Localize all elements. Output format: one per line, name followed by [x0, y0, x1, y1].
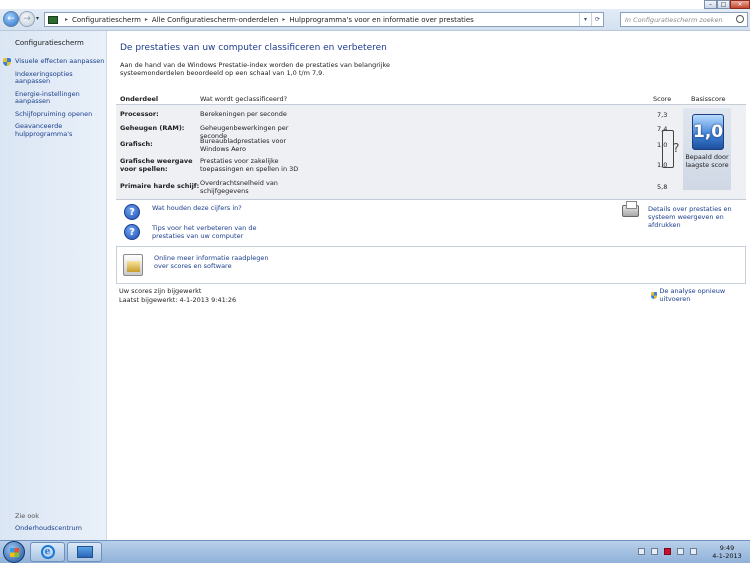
rerun-analysis-link[interactable]: De analyse opnieuw uitvoeren — [651, 287, 750, 303]
bracket-mark: ? — [673, 141, 680, 155]
forward-button[interactable]: → — [19, 11, 35, 27]
page-title: De prestaties van uw computer classifice… — [120, 43, 387, 53]
base-score-label: Bepaald door laagste score — [685, 153, 729, 169]
search-placeholder: In Configuratiescherm zoeken — [625, 16, 723, 24]
sidebar: Configuratiescherm Visuele effecten aanp… — [0, 31, 107, 540]
score-table: Onderdeel Wat wordt geclassificeerd? Sco… — [116, 91, 746, 200]
column-header-component: Onderdeel — [120, 95, 159, 103]
search-icon[interactable] — [736, 15, 744, 23]
row-what: Prestaties voor zakelijke toepassingen e… — [200, 157, 299, 173]
column-header-what: Wat wordt geclassificeerd? — [200, 95, 288, 103]
row-what: Overdrachtsnelheid van schijfgegevens — [200, 179, 278, 195]
minimize-button[interactable]: – — [704, 0, 717, 9]
uac-shield-icon — [651, 291, 658, 299]
table-body: Processor: Berekeningen per seconde 7,3 … — [116, 105, 746, 200]
internet-explorer-icon: e — [40, 545, 55, 559]
base-score-panel: 1,0 Bepaald door laagste score — [683, 108, 731, 190]
tray-arrow-icon[interactable] — [651, 548, 658, 555]
sidebar-item-advanced-tools[interactable]: Geavanceerde hulpprogramma's — [15, 122, 106, 138]
network-icon[interactable] — [677, 548, 684, 555]
row-component: Geheugen (RAM): — [120, 124, 185, 132]
clock[interactable]: 9:49 4-1-2013 — [710, 544, 744, 560]
row-component: Processor: — [120, 110, 159, 118]
see-also-heading: Zie ook — [15, 512, 40, 520]
navigation-bar: ← → ▾ ▸ Configuratiescherm ▸ Alle Config… — [0, 9, 750, 31]
question-icon: ? — [124, 204, 140, 220]
sidebar-home-link[interactable]: Configuratiescherm — [15, 39, 84, 47]
row-component: Primaire harde schijf: — [120, 182, 200, 190]
back-arrow-icon: ← — [7, 14, 15, 24]
maximize-button[interactable]: □ — [717, 0, 730, 9]
breadcrumb-control-panel[interactable]: Configuratiescherm — [72, 16, 141, 24]
sidebar-item-power[interactable]: Energie-instellingen aanpassen — [15, 90, 106, 106]
rerun-analysis-label[interactable]: De analyse opnieuw uitvoeren — [659, 287, 750, 303]
address-dropdown-icon[interactable]: ▾ — [579, 13, 591, 26]
back-button[interactable]: ← — [3, 11, 19, 27]
clock-date: 4-1-2013 — [712, 552, 742, 560]
start-button[interactable] — [3, 541, 25, 563]
address-bar[interactable]: ▸ Configuratiescherm ▸ Alle Configuratie… — [44, 12, 604, 27]
breadcrumb-separator[interactable]: ▸ — [145, 16, 148, 23]
clock-time: 9:49 — [719, 544, 735, 552]
forward-arrow-icon: → — [23, 14, 31, 24]
control-panel-icon — [76, 546, 93, 558]
help-link-row: ? Tips voor het verbeteren van de presta… — [124, 224, 277, 240]
online-info-link[interactable]: Online meer informatie raadplegen over s… — [154, 254, 274, 270]
control-panel-icon — [48, 15, 58, 24]
sidebar-item-disk-cleanup[interactable]: Schijfopruiming openen — [15, 110, 106, 119]
row-what: Berekeningen per seconde — [200, 110, 287, 118]
column-header-score: Score — [653, 95, 672, 103]
sidebar-links: Visuele effecten aanpassen Indexeringsop… — [15, 57, 106, 143]
system-tray — [638, 548, 697, 555]
row-score: 7,3 — [657, 111, 668, 119]
keyboard-icon[interactable] — [638, 548, 645, 555]
breadcrumb-separator[interactable]: ▸ — [282, 16, 285, 23]
intro-text: Aan de hand van de Windows Prestatie-ind… — [120, 61, 391, 77]
breadcrumb-all-items[interactable]: Alle Configuratiescherm-onderdelen — [152, 16, 278, 24]
row-what: Bureaubladprestaties voor Windows Aero — [200, 137, 287, 153]
refresh-icon[interactable]: ⟳ — [591, 13, 603, 26]
printer-icon — [622, 201, 639, 217]
row-component: Grafische weergave voor spellen: — [120, 157, 193, 173]
status-text: Uw scores zijn bijgewerkt — [119, 287, 202, 295]
taskbar-control-panel[interactable] — [67, 542, 102, 562]
base-score-badge: 1,0 — [692, 114, 724, 150]
what-do-scores-mean-link[interactable]: Wat houden deze cijfers in? — [152, 204, 277, 212]
software-box-icon — [123, 254, 143, 276]
last-updated-text: Laatst bijgewerkt: 4-1-2013 9:41:26 — [119, 296, 237, 304]
breadcrumb-performance[interactable]: Hulpprogramma's voor en informatie over … — [289, 16, 474, 24]
action-center-link[interactable]: Onderhoudscentrum — [15, 524, 82, 532]
volume-icon[interactable] — [690, 548, 697, 555]
row-component: Grafisch: — [120, 140, 153, 148]
recent-pages-dropdown[interactable]: ▾ — [36, 15, 39, 22]
breadcrumb-separator[interactable]: ▸ — [65, 16, 68, 23]
row-score: 5,8 — [657, 183, 668, 191]
column-header-base-score: Basisscore — [691, 95, 726, 103]
search-input[interactable]: In Configuratiescherm zoeken — [620, 12, 748, 27]
close-button[interactable]: × — [730, 0, 750, 9]
details-print-link[interactable]: Details over prestaties en systeem weerg… — [648, 205, 748, 229]
taskbar: e 9:49 4-1-2013 — [0, 540, 750, 563]
improve-performance-tips-link[interactable]: Tips voor het verbeteren van de prestati… — [152, 224, 277, 240]
taskbar-internet-explorer[interactable]: e — [30, 542, 65, 562]
action-center-flag-icon[interactable] — [664, 548, 671, 555]
help-link-row: ? Wat houden deze cijfers in? — [124, 204, 277, 220]
sidebar-item-indexing[interactable]: Indexeringsopties aanpassen — [15, 70, 106, 86]
online-info-box: Online meer informatie raadplegen over s… — [116, 246, 746, 284]
table-header: Onderdeel Wat wordt geclassificeerd? Sco… — [116, 91, 746, 105]
sidebar-item-visual-effects[interactable]: Visuele effecten aanpassen — [15, 57, 106, 66]
main-content: De prestaties van uw computer classifice… — [108, 31, 750, 540]
uac-shield-icon — [3, 58, 11, 66]
question-icon: ? — [124, 224, 140, 240]
